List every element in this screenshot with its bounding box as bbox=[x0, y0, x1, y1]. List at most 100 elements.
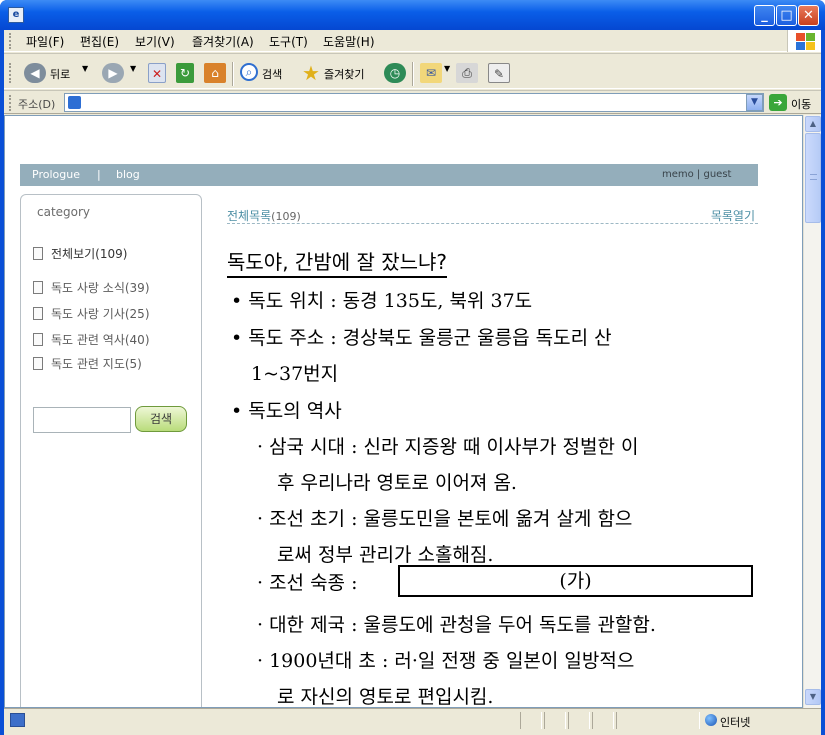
post-list-bar: 전체목록(109) 목록열기 bbox=[227, 202, 758, 224]
mail-dropdown-icon[interactable]: ▼ bbox=[444, 64, 450, 73]
status-cell bbox=[520, 712, 542, 729]
go-button[interactable]: 이동 bbox=[791, 96, 811, 112]
forward-arrow-icon[interactable]: ▶ bbox=[102, 63, 124, 83]
favorites-star-icon[interactable]: ★ bbox=[300, 63, 322, 83]
blank-answer-box: (가) bbox=[398, 565, 753, 597]
menu-bar: 파일(F) 편집(E) 보기(V) 즐겨찾기(A) 도구(T) 도움말(H) bbox=[4, 30, 821, 52]
menu-favorites[interactable]: 즐겨찾기(A) bbox=[192, 33, 254, 50]
status-cell bbox=[616, 712, 700, 729]
menu-view[interactable]: 보기(V) bbox=[135, 33, 175, 50]
nav-blog[interactable]: blog bbox=[116, 168, 140, 181]
address-input[interactable] bbox=[64, 93, 764, 112]
page-status-icon bbox=[10, 713, 25, 727]
post-line: · 1900년대 초 : 러·일 전쟁 중 일본이 일방적으 bbox=[257, 650, 635, 672]
category-label: 독도 관련 지도(5) bbox=[51, 357, 142, 371]
category-item[interactable]: 독도 사랑 소식(39) bbox=[33, 279, 150, 296]
security-zone-label: 인터넷 bbox=[720, 716, 751, 729]
page-favicon-icon bbox=[68, 96, 81, 109]
minimize-button[interactable]: _ bbox=[754, 5, 775, 26]
category-item[interactable]: 독도 관련 역사(40) bbox=[33, 331, 150, 348]
category-label: 독도 관련 역사(40) bbox=[51, 333, 150, 347]
blog-search-input[interactable] bbox=[33, 407, 131, 433]
post-line: 후 우리나라 영토로 이어져 옴. bbox=[277, 472, 517, 494]
post-line: · 조선 숙종 : bbox=[257, 572, 358, 594]
address-bar: 주소(D) ▼ ➔ 이동 bbox=[4, 90, 821, 114]
post-title: 독도야, 간밤에 잘 잤느냐? bbox=[227, 246, 448, 278]
status-cell bbox=[568, 712, 590, 729]
windows-logo-icon bbox=[787, 30, 821, 52]
scroll-up-icon[interactable]: ▲ bbox=[805, 116, 821, 132]
menu-tools[interactable]: 도구(T) bbox=[269, 33, 308, 50]
toolbar-grip[interactable] bbox=[9, 63, 12, 83]
search-icon[interactable]: ⌕ bbox=[240, 63, 258, 81]
post-line: · 삼국 시대 : 신라 지증왕 때 이사부가 정벌한 이 bbox=[257, 436, 639, 458]
menu-help[interactable]: 도움말(H) bbox=[323, 33, 375, 50]
internet-globe-icon bbox=[705, 714, 717, 726]
open-list-link[interactable]: 목록열기 bbox=[711, 207, 755, 224]
status-cell bbox=[544, 712, 566, 729]
document-icon bbox=[33, 333, 43, 346]
category-label: 독도 사랑 기사(25) bbox=[51, 307, 150, 321]
post-line: · 조선 초기 : 울릉도민을 본토에 옮겨 살게 함으 bbox=[257, 508, 633, 530]
category-label: 전체보기(109) bbox=[51, 247, 128, 261]
forward-dropdown-icon[interactable]: ▼ bbox=[130, 64, 136, 73]
all-posts-link[interactable]: 전체목록(109) bbox=[227, 207, 301, 224]
home-icon[interactable]: ⌂ bbox=[204, 63, 226, 83]
search-label[interactable]: 검색 bbox=[262, 66, 282, 82]
category-item[interactable]: 독도 관련 지도(5) bbox=[33, 355, 142, 372]
back-arrow-icon[interactable]: ◀ bbox=[24, 63, 46, 83]
post-line: 로 자신의 영토로 편입시킴. bbox=[277, 686, 494, 708]
go-arrow-icon[interactable]: ➔ bbox=[769, 94, 787, 111]
close-button[interactable]: ✕ bbox=[798, 5, 819, 26]
ie-app-icon[interactable]: e bbox=[8, 7, 24, 23]
category-sidebar: category 전체보기(109) 독도 사랑 소식(39) 독도 사랑 기사… bbox=[20, 194, 202, 707]
history-icon[interactable]: ◷ bbox=[384, 63, 406, 83]
document-icon bbox=[33, 281, 43, 294]
nav-memo-guest[interactable]: memo | guest bbox=[662, 169, 731, 180]
browser-client: 파일(F) 편집(E) 보기(V) 즐겨찾기(A) 도구(T) 도움말(H) ◀… bbox=[4, 30, 821, 735]
standard-toolbar: ◀ 뒤로 ▼ ▶ ▼ ✕ ↻ ⌂ ⌕ 검색 ★ 즐겨찾기 ◷ ✉ ▼ ⎙ ✎ bbox=[4, 53, 821, 89]
post-line: 1~37번지 bbox=[251, 363, 339, 385]
blog-header: Prologue | blog memo | guest bbox=[20, 164, 758, 186]
address-dropdown-icon[interactable]: ▼ bbox=[746, 94, 763, 111]
category-item[interactable]: 독도 사랑 기사(25) bbox=[33, 305, 150, 322]
toolbar-separator bbox=[412, 62, 414, 86]
post-line: · 대한 제국 : 울릉도에 관청을 두어 독도를 관할함. bbox=[257, 614, 656, 636]
vertical-scrollbar[interactable]: ▲ ▼ bbox=[803, 115, 821, 708]
all-posts-label: 전체목록 bbox=[227, 209, 272, 223]
document-icon bbox=[33, 357, 43, 370]
category-label: 독도 사랑 소식(39) bbox=[51, 281, 150, 295]
scroll-thumb-grip bbox=[810, 174, 817, 180]
document-icon bbox=[33, 247, 43, 260]
page-viewport: Prologue | blog memo | guest category 전체… bbox=[4, 115, 803, 708]
print-icon[interactable]: ⎙ bbox=[456, 63, 478, 83]
nav-separator: | bbox=[97, 168, 101, 181]
category-title: category bbox=[37, 205, 91, 219]
refresh-icon[interactable]: ↻ bbox=[176, 63, 194, 83]
address-grip[interactable] bbox=[9, 95, 12, 111]
edit-icon[interactable]: ✎ bbox=[488, 63, 510, 83]
post-line: 로써 정부 관리가 소홀해짐. bbox=[277, 544, 494, 566]
nav-prologue[interactable]: Prologue bbox=[32, 168, 80, 181]
document-icon bbox=[33, 307, 43, 320]
menu-edit[interactable]: 편집(E) bbox=[80, 33, 119, 50]
post-line: • 독도의 역사 bbox=[231, 400, 342, 422]
stop-icon[interactable]: ✕ bbox=[148, 63, 166, 83]
maximize-button[interactable]: □ bbox=[776, 5, 797, 26]
menu-file[interactable]: 파일(F) bbox=[26, 33, 64, 50]
scroll-thumb[interactable] bbox=[805, 133, 821, 223]
back-label[interactable]: 뒤로 bbox=[50, 66, 70, 82]
favorites-label[interactable]: 즐겨찾기 bbox=[324, 66, 364, 82]
all-posts-count: (109) bbox=[271, 210, 301, 223]
category-item[interactable]: 전체보기(109) bbox=[33, 245, 127, 262]
menu-grip[interactable] bbox=[9, 33, 12, 49]
status-bar: 인터넷 bbox=[4, 708, 821, 731]
back-dropdown-icon[interactable]: ▼ bbox=[82, 64, 88, 73]
mail-icon[interactable]: ✉ bbox=[420, 63, 442, 83]
title-bar: e _ □ ✕ bbox=[0, 0, 825, 30]
blog-search-button[interactable]: 검색 bbox=[135, 406, 187, 432]
toolbar-separator bbox=[232, 62, 234, 86]
post-line: • 독도 위치 : 동경 135도, 북위 37도 bbox=[231, 290, 533, 312]
status-cell bbox=[592, 712, 614, 729]
scroll-down-icon[interactable]: ▼ bbox=[805, 689, 821, 705]
